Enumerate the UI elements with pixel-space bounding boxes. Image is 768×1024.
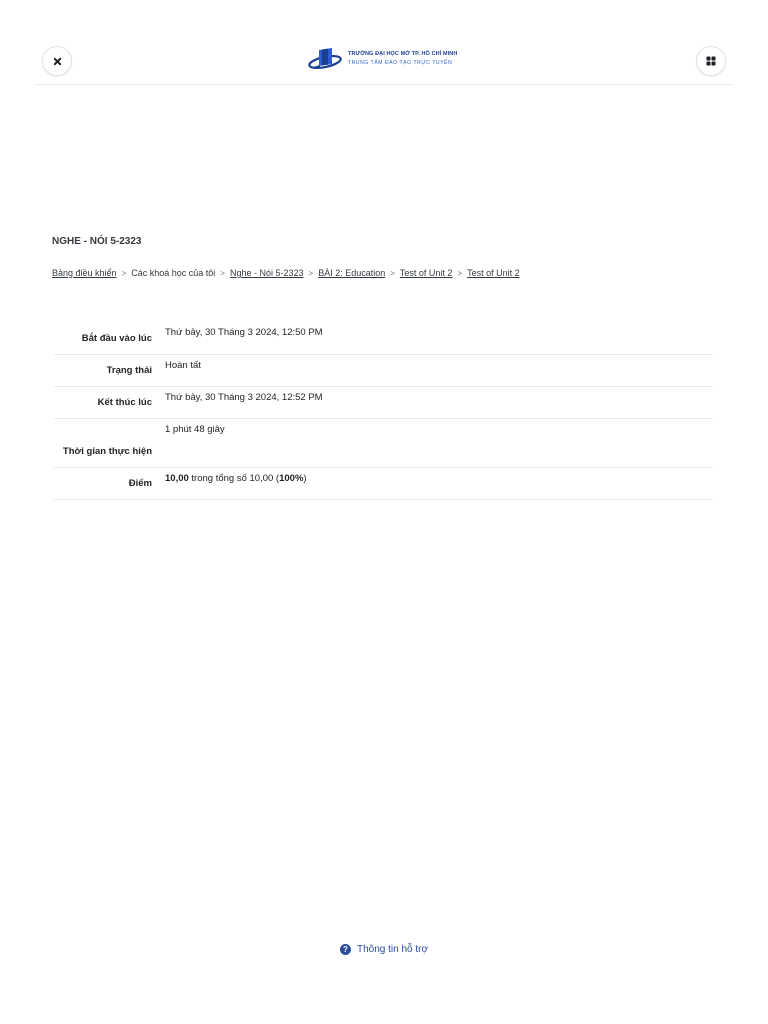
state-value: Hoàn tất — [165, 360, 201, 371]
breadcrumb: Bảng điều khiển > Các khoá học của tôi >… — [52, 268, 520, 278]
close-button[interactable] — [42, 46, 72, 76]
started-value: Thứ bảy, 30 Tháng 3 2024, 12:50 PM — [165, 327, 323, 338]
question-circle-icon: ? — [339, 944, 351, 955]
quiz-review-summary-table: Bắt đầu vào lúc Thứ bảy, 30 Tháng 3 2024… — [54, 322, 713, 500]
breadcrumb-separator: > — [121, 268, 127, 278]
grade-close-paren: ) — [303, 473, 307, 484]
course-index-toggle-button[interactable] — [696, 46, 726, 76]
breadcrumb-separator: > — [457, 268, 463, 278]
grid-icon — [706, 56, 716, 66]
duration-value: 1 phút 48 giây — [165, 424, 225, 435]
completed-value: Thứ bảy, 30 Tháng 3 2024, 12:52 PM — [165, 392, 323, 403]
breadcrumb-separator: > — [308, 268, 314, 278]
breadcrumb-item-my-courses: Các khoá học của tôi — [131, 268, 216, 278]
started-label: Bắt đầu vào lúc — [81, 333, 152, 344]
grade-percent: 100% — [279, 473, 304, 484]
table-row-grade: Điểm 10,00 trong tổng số 10,00 (100%) — [54, 468, 713, 500]
table-row-completed: Kết thúc lúc Thứ bảy, 30 Tháng 3 2024, 1… — [54, 387, 713, 419]
table-row-started: Bắt đầu vào lúc Thứ bảy, 30 Tháng 3 2024… — [54, 322, 713, 355]
logo-title: TRƯỜNG ĐẠI HỌC MỞ TP. HỒ CHÍ MINH — [348, 51, 458, 57]
breadcrumb-item-dashboard[interactable]: Bảng điều khiển — [52, 268, 117, 278]
breadcrumb-item-quiz[interactable]: Test of Unit 2 — [400, 268, 453, 278]
grade-score: 10,00 — [165, 473, 189, 484]
top-navbar: TRƯỜNG ĐẠI HỌC MỞ TP. HỒ CHÍ MINH TRUNG … — [34, 36, 734, 85]
breadcrumb-separator: > — [390, 268, 395, 278]
page-footer: ? Thông tin hỗ trợ — [0, 944, 768, 955]
help-label: Thông tin hỗ trợ — [356, 944, 429, 955]
breadcrumb-item-course[interactable]: Nghe - Nói 5-2323 — [230, 268, 304, 278]
breadcrumb-item-section[interactable]: BÀI 2: Education — [318, 268, 385, 278]
site-logo[interactable]: TRƯỜNG ĐẠI HỌC MỞ TP. HỒ CHÍ MINH TRUNG … — [308, 45, 457, 73]
logo-subtitle: TRUNG TÂM ĐÀO TẠO TRỰC TUYẾN — [348, 60, 453, 66]
state-label: Trạng thái — [106, 365, 152, 376]
grade-value: 10,00 trong tổng số 10,00 (100%) — [152, 468, 713, 500]
page-title: NGHE - NÓI 5-2323 — [52, 236, 142, 247]
close-icon — [53, 57, 61, 65]
completed-label: Kết thúc lúc — [97, 397, 152, 408]
duration-label: Thời gian thực hiện — [62, 446, 152, 457]
help-link[interactable]: ? Thông tin hỗ trợ — [339, 944, 429, 955]
grade-label: Điểm — [128, 478, 152, 489]
table-row-state: Trạng thái Hoàn tất — [54, 355, 713, 387]
breadcrumb-separator: > — [220, 268, 225, 278]
grade-out-of: trong tổng số 10,00 ( — [188, 473, 280, 484]
breadcrumb-item-attempt[interactable]: Test of Unit 2 — [467, 268, 520, 278]
table-row-duration: Thời gian thực hiện 1 phút 48 giây — [54, 419, 713, 468]
university-logo-icon — [308, 48, 342, 70]
